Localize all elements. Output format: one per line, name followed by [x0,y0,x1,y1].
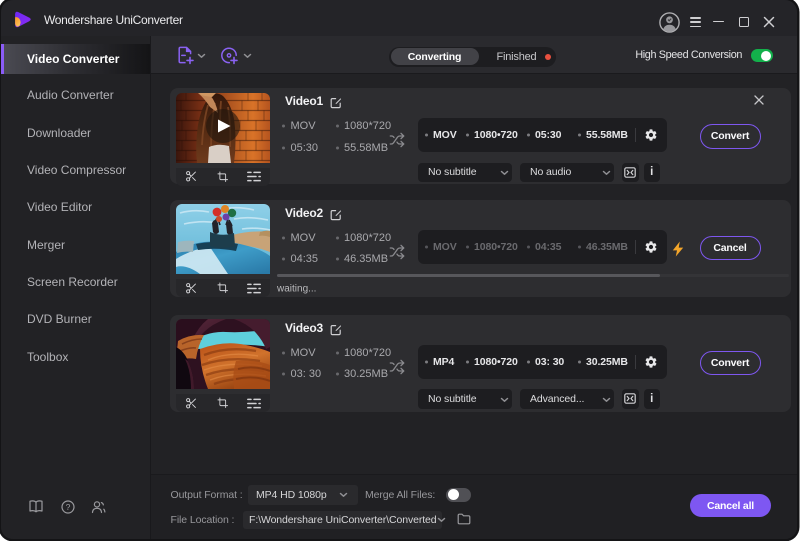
svg-text:?: ? [66,502,71,512]
